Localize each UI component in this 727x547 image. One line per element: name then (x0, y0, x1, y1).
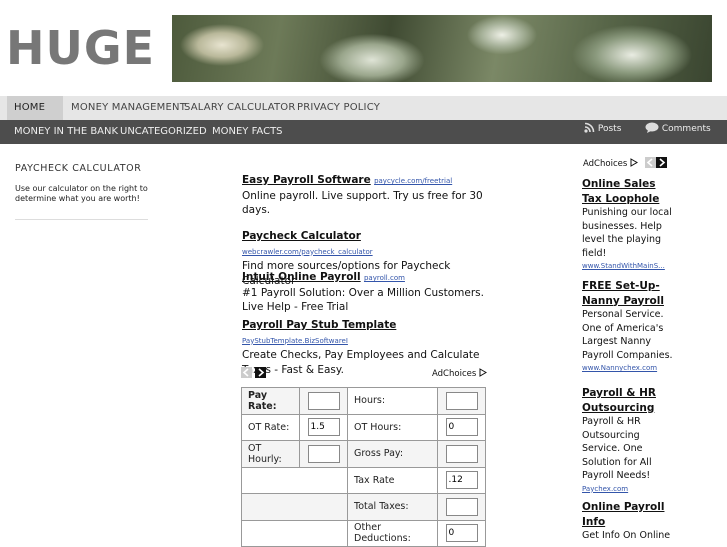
ad-prev-arrow-icon[interactable] (241, 367, 252, 378)
right-ad-url[interactable]: www.StandWithMainS... (582, 260, 677, 274)
gross-pay-label: Gross Pay: (347, 440, 438, 468)
other-deductions-input[interactable] (445, 524, 478, 543)
ad-title[interactable]: Paycheck Calculator (242, 230, 361, 242)
right-ad-block[interactable]: Online Payroll Info Get Info On Online (582, 500, 677, 543)
adchoices-icon (479, 368, 487, 377)
right-ad-text: Get Info On Online (582, 530, 671, 541)
adchoices-label: AdChoices (432, 369, 477, 379)
total-taxes-input[interactable] (445, 497, 478, 516)
nav-money-management[interactable]: MONEY MANAGEMENT (71, 96, 186, 120)
gross-pay-input[interactable] (445, 444, 478, 463)
nav-money-facts[interactable]: MONEY FACTS (212, 120, 283, 144)
sidebar-divider (15, 219, 148, 220)
hours-label: Hours: (347, 387, 438, 415)
right-ad-title[interactable]: Payroll & HR Outsourcing (582, 386, 677, 415)
tax-rate-input[interactable] (445, 471, 478, 490)
nav-home[interactable]: HOME (7, 96, 63, 120)
total-taxes-label: Total Taxes: (347, 493, 438, 521)
ad-next-arrow-icon[interactable] (255, 367, 266, 378)
right-ad-next-arrow-icon[interactable] (656, 157, 667, 168)
comments-feed-link[interactable]: Comments (645, 120, 711, 142)
other-deductions-label: Other Deductions: (347, 519, 438, 547)
adchoices-label: AdChoices (583, 159, 628, 169)
sidebar-description: Use our calculator on the right to deter… (15, 184, 148, 203)
ot-rate-input[interactable] (307, 418, 340, 437)
adchoices-link[interactable]: AdChoices (432, 368, 487, 379)
right-ad-title[interactable]: FREE Set-Up-Nanny Payroll (582, 279, 677, 308)
ot-hourly-label: OT Hourly: (241, 440, 300, 468)
right-ad-block[interactable]: Payroll & HR Outsourcing Payroll & HR Ou… (582, 386, 677, 496)
posts-label: Posts (597, 124, 622, 134)
ad-title[interactable]: Intuit Online Payroll (242, 271, 361, 283)
tax-rate-label: Tax Rate (347, 466, 438, 494)
right-ad-block[interactable]: FREE Set-Up-Nanny Payroll Personal Servi… (582, 279, 677, 376)
right-ad-title[interactable]: Online Payroll Info (582, 500, 677, 529)
hours-input[interactable] (445, 391, 478, 410)
right-ad-block[interactable]: Online Sales Tax Loophole Punishing our … (582, 177, 677, 274)
ad-url[interactable]: webcrawler.com/paycheck_calculator (242, 248, 373, 256)
primary-nav: HOME MONEY MANAGEMENT SALARY CALCULATOR … (0, 96, 727, 120)
right-ad-title[interactable]: Online Sales Tax Loophole (582, 177, 677, 206)
ad-title[interactable]: Easy Payroll Software (242, 174, 371, 186)
ad-text: #1 Payroll Solution: Over a Million Cust… (242, 286, 484, 314)
right-ad-text: Personal Service. One of America's Large… (582, 309, 673, 361)
right-adchoices-link[interactable]: AdChoices (583, 158, 638, 169)
right-ad-text: Punishing our local businesses. Help lev… (582, 207, 672, 259)
ot-hourly-input[interactable] (307, 444, 340, 463)
pay-rate-label: Pay Rate: (241, 387, 300, 415)
ad-url[interactable]: payroll.com (364, 274, 405, 282)
nav-salary-calculator[interactable]: SALARY CALCULATOR (184, 96, 296, 120)
right-ad-text: Payroll & HR Outsourcing Service. One So… (582, 416, 652, 481)
pay-rate-input[interactable] (307, 391, 340, 410)
header-banner-image (172, 15, 712, 82)
ot-hours-input[interactable] (445, 418, 478, 437)
right-ad-prev-arrow-icon[interactable] (645, 157, 656, 168)
ot-rate-label: OT Rate: (241, 413, 300, 441)
ad-url[interactable]: paycycle.com/freetrial (374, 177, 452, 185)
ad-text: Online payroll. Live support. Try us fre… (242, 189, 483, 217)
right-ad-url[interactable]: www.Nannychex.com (582, 362, 677, 376)
sidebar-title: PAYCHECK CALCULATOR (15, 163, 142, 174)
ad-block[interactable]: Intuit Online Payroll payroll.com #1 Pay… (242, 270, 492, 315)
site-logo[interactable]: HUGE (6, 22, 155, 74)
secondary-nav: MONEY IN THE BANK UNCATEGORIZED MONEY FA… (0, 120, 727, 144)
rss-icon (584, 122, 595, 133)
paycheck-calculator-table: Pay Rate: Hours: OT Rate: OT Hours: OT H… (241, 387, 486, 547)
ad-title[interactable]: Payroll Pay Stub Template (242, 319, 396, 331)
speech-bubble-icon (645, 122, 659, 133)
nav-money-in-the-bank[interactable]: MONEY IN THE BANK (14, 120, 118, 144)
nav-privacy-policy[interactable]: PRIVACY POLICY (297, 96, 380, 120)
ad-block[interactable]: Easy Payroll Software paycycle.com/freet… (242, 173, 492, 218)
nav-uncategorized[interactable]: UNCATEGORIZED (120, 120, 207, 144)
right-ad-url[interactable]: Paychex.com (582, 483, 677, 497)
adchoices-icon (630, 158, 638, 167)
comments-label: Comments (661, 124, 711, 134)
ot-hours-label: OT Hours: (347, 413, 438, 441)
posts-feed-link[interactable]: Posts (584, 120, 621, 142)
ad-url[interactable]: PayStubTemplate.BizSoftwareI (242, 337, 348, 345)
